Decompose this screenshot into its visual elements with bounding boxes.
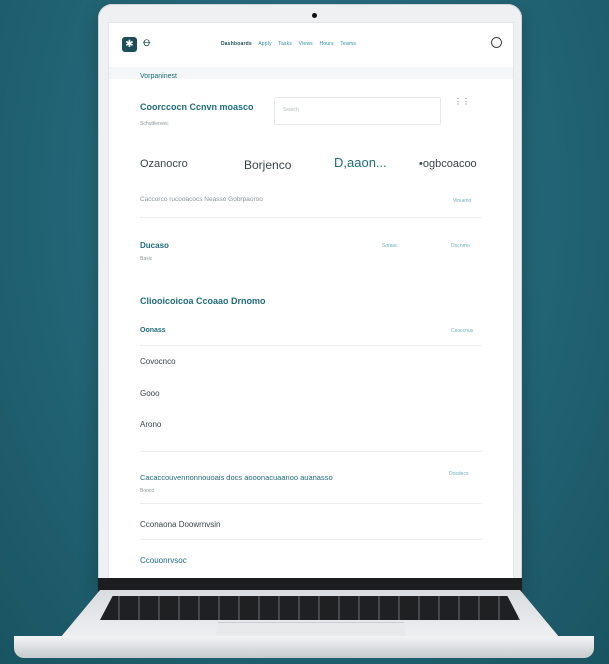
stat-4[interactable]: •ogbcoacoo (419, 158, 477, 170)
footer-row[interactable]: Cconaona Doowrnvsin (140, 520, 221, 529)
laptop-screen: ✱ Ꝋ Dashboards Apply Tasks Views Hours T… (108, 22, 514, 584)
divider (140, 539, 483, 540)
section-title: Vorpaninest (140, 73, 177, 80)
settings-icon[interactable] (491, 37, 502, 48)
search-label: Coorccocn Ccnvn moasco (140, 102, 254, 112)
top-bar: ✱ Ꝋ Dashboards Apply Tasks Views Hours T… (109, 23, 513, 68)
stats-caption: Caccorco rucooacocs Neasso Gobrpaoroo (140, 196, 263, 203)
notice-sub: Bonco (140, 488, 155, 494)
app-label: Ꝋ (143, 38, 151, 48)
stat-1[interactable]: Ozanocro (140, 158, 188, 170)
nav-item[interactable]: Views (299, 41, 313, 47)
stat-3[interactable]: D,aaon... (334, 155, 387, 170)
group-header: Oonass (140, 327, 166, 334)
overview-action-2[interactable]: Docnmo (451, 243, 470, 249)
list-item[interactable]: Covocnco (140, 357, 176, 366)
notice-title: Cacaccouvennonnouoais docs aooonacuaanoo… (140, 473, 333, 482)
top-navigation: Dashboards Apply Tasks Views Hours Teams (221, 41, 361, 47)
nav-item[interactable]: Apply (258, 41, 272, 47)
camera-icon (312, 13, 317, 18)
divider (140, 217, 483, 218)
footer-row[interactable]: Ccouonrvsoc (140, 556, 187, 565)
stats-link[interactable]: Vinueno (453, 198, 471, 204)
more-icon[interactable]: ⋮⋮ (454, 97, 470, 106)
laptop-base (14, 636, 594, 658)
overview-title: Ducaso (140, 241, 169, 250)
divider (140, 451, 483, 452)
group-header-action[interactable]: Ceoccnus (451, 328, 473, 334)
app-logo-icon[interactable]: ✱ (122, 37, 137, 52)
divider (140, 345, 483, 346)
nav-item[interactable]: Dashboards (221, 41, 252, 47)
list-item[interactable]: Arono (140, 420, 161, 429)
search-input[interactable]: Search (274, 97, 441, 125)
keyboard (100, 596, 520, 620)
nav-item[interactable]: Teams (340, 41, 356, 47)
overview-action-1[interactable]: Sorasc (382, 243, 398, 249)
search-hint: Schuttlenvec (140, 121, 169, 127)
notice-action[interactable]: Dosdecs (449, 471, 468, 477)
nav-item[interactable]: Tasks (278, 41, 292, 47)
search-placeholder: Search (283, 107, 299, 113)
nav-item[interactable]: Hours (319, 41, 333, 47)
divider (140, 503, 483, 504)
group-title: Cliooicoicoa Ccoaao Drnomo (140, 296, 266, 306)
list-item[interactable]: Gooo (140, 389, 160, 398)
overview-subtitle: Basic (140, 256, 153, 262)
stat-2[interactable]: Borjenco (244, 158, 291, 172)
